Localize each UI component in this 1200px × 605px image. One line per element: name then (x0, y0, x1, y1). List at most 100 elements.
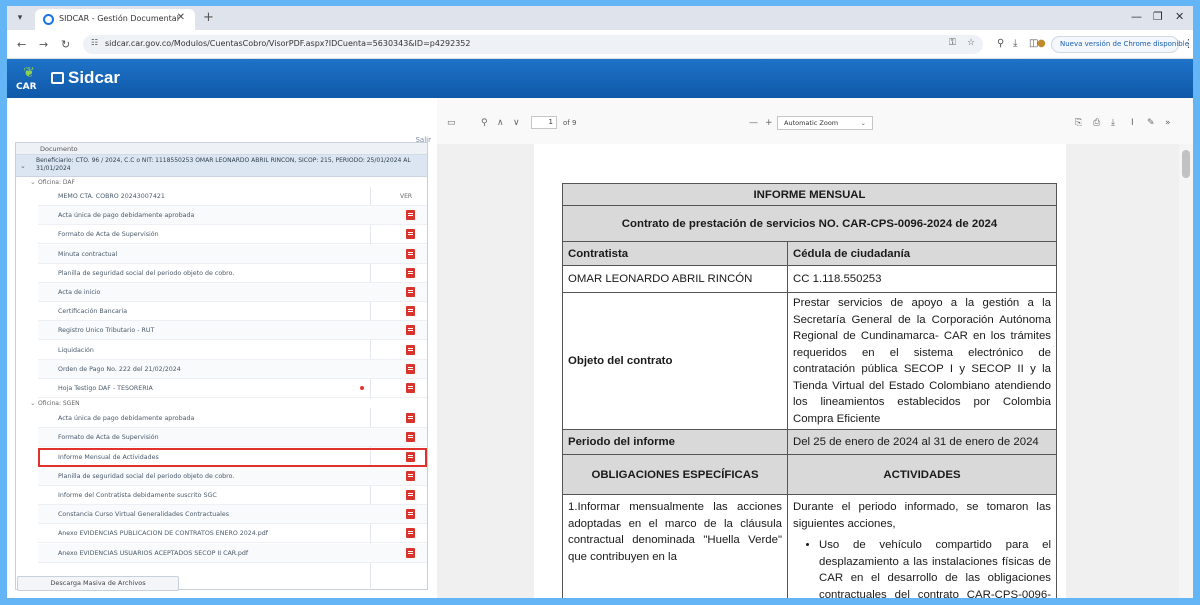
periodo-value: Del 25 de enero de 2024 al 31 de enero d… (787, 429, 1057, 455)
profile-icon[interactable]: ● (1037, 38, 1046, 49)
pdf-icon[interactable] (406, 267, 415, 278)
password-key-icon[interactable]: ⚿ (949, 38, 956, 48)
document-row[interactable]: Orden de Pago No. 222 del 21/02/2024 (38, 359, 427, 379)
tab-search-icon[interactable]: ▾ (11, 10, 29, 26)
minimize-icon[interactable]: — (1131, 10, 1142, 23)
document-row[interactable]: Minuta contractual (38, 244, 427, 264)
document-row[interactable]: Registro Unico Tributario - RUT (38, 321, 427, 341)
url-text: sidcar.car.gov.co/Modulos/CuentasCobro/V… (105, 39, 471, 48)
document-label: Acta de inicio (58, 289, 101, 296)
contratista-label: Contratista (562, 241, 788, 266)
document-label: Liquidación (58, 346, 94, 354)
back-icon[interactable]: ← (17, 38, 26, 51)
browser-tab[interactable]: SIDCAR - Gestión Documental ✕ (35, 9, 195, 30)
viewer-scrollbar[interactable] (1179, 144, 1193, 598)
forward-icon[interactable]: → (39, 38, 48, 51)
pdf-icon[interactable] (406, 509, 415, 520)
document-row[interactable]: Acta única de pago debidamente aprobada (38, 409, 427, 429)
next-page-icon[interactable]: ∨ (513, 118, 520, 128)
document-row[interactable]: Hoja Testigo DAF - TESORERIA (38, 379, 427, 398)
objeto-label: Objeto del contrato (562, 292, 788, 430)
document-label: Minuta contractual (58, 250, 118, 258)
document-row[interactable]: Informe del Contratista debidamente susc… (38, 486, 427, 505)
find-icon[interactable]: ⚲ (481, 118, 488, 128)
pdf-icon[interactable] (406, 306, 415, 317)
document-label: Certificación Bancaria (58, 308, 128, 316)
document-row[interactable]: Formato de Acta de Supervisión (38, 225, 427, 245)
beneficiary-row[interactable]: ⌄ Beneficiario: CTO. 96 / 2024, C.C o NI… (16, 155, 427, 177)
star-icon[interactable]: ☆ (967, 38, 975, 48)
app-header: ❦ CAR Sidcar (7, 59, 1193, 98)
prev-page-icon[interactable]: ∧ (497, 118, 504, 128)
document-label: Registro Unico Tributario - RUT (58, 327, 155, 335)
tab-close-icon[interactable]: ✕ (177, 12, 185, 23)
more-tools-icon[interactable]: » (1165, 118, 1171, 128)
collapse-icon[interactable]: ⌄ (30, 399, 36, 407)
pdf-icon[interactable] (406, 229, 415, 240)
pdf-icon[interactable] (406, 547, 415, 558)
document-row[interactable]: Constancia Curso Virtual Generalidades C… (38, 505, 427, 525)
new-tab-icon[interactable]: + (203, 10, 214, 25)
document-label: Planilla de seguridad social del periodo… (58, 269, 235, 277)
open-file-icon[interactable]: ⎘ (1075, 118, 1082, 128)
site-info-icon[interactable]: ☷ (91, 38, 98, 47)
document-label: Anexo EVIDENCIAS USUARIOS ACEPTADOS SECO… (58, 549, 249, 557)
scrollbar-thumb[interactable] (1182, 150, 1190, 178)
document-row[interactable]: Acta única de pago debidamente aprobada (38, 206, 427, 226)
group-sgen[interactable]: ⌄ Oficina: SGEN (16, 399, 427, 409)
obligacion-1: 1.Informar mensualmente las acciones ado… (562, 494, 788, 598)
pdf-icon[interactable] (406, 432, 415, 443)
zoom-out-button[interactable]: — (749, 118, 758, 128)
pdf-icon[interactable] (406, 248, 415, 259)
print-icon[interactable]: ⎙ (1093, 118, 1100, 128)
extensions-icon[interactable]: ⚲ (997, 38, 1004, 49)
zoom-select[interactable]: Automatic Zoom ⌄ (777, 116, 873, 130)
pdf-icon[interactable] (406, 363, 415, 374)
document-row[interactable]: Planilla de seguridad social del periodo… (38, 264, 427, 283)
sidebar-toggle-icon[interactable]: ▭ (447, 118, 456, 128)
periodo-label: Periodo del informe (562, 429, 788, 455)
text-tool-icon[interactable]: I (1131, 118, 1134, 128)
group-daf[interactable]: ⌄ Oficina: DAF (16, 178, 427, 187)
page-number-input[interactable]: 1 (531, 116, 557, 129)
browser-toolbar: ← → ↻ ☷ sidcar.car.gov.co/Modulos/Cuenta… (7, 30, 1193, 59)
address-bar[interactable]: ☷ sidcar.car.gov.co/Modulos/CuentasCobro… (83, 35, 983, 54)
report-table: INFORME MENSUAL Contrato de prestación d… (562, 183, 1057, 598)
pdf-icon[interactable] (406, 210, 415, 221)
pdf-icon[interactable] (406, 413, 415, 424)
browser-window: ▾ SIDCAR - Gestión Documental ✕ + — ❐ ✕ … (7, 6, 1193, 598)
document-label: Acta única de pago debidamente aprobada (58, 415, 195, 423)
zoom-in-button[interactable]: + (765, 118, 773, 128)
pdf-icon[interactable] (406, 490, 415, 500)
chrome-update-badge[interactable]: Nueva versión de Chrome disponible (1051, 36, 1189, 53)
collapse-icon[interactable]: ⌄ (20, 162, 26, 170)
bulk-download-button[interactable]: Descarga Masiva de Archivos (17, 576, 179, 591)
document-row[interactable]: Acta de inicio (38, 283, 427, 302)
download-icon[interactable]: ⤓ (1013, 38, 1017, 49)
document-row[interactable]: Formato de Acta de Supervisión (38, 428, 427, 448)
draw-tool-icon[interactable]: ✎ (1147, 118, 1155, 128)
document-row[interactable]: Planilla de seguridad social del periodo… (38, 466, 427, 486)
pdf-icon[interactable] (406, 383, 415, 393)
pdf-icon[interactable] (406, 325, 415, 336)
document-row[interactable]: Anexo EVIDENCIAS USUARIOS ACEPTADOS SECO… (38, 543, 427, 563)
pdf-icon[interactable] (406, 451, 415, 462)
pdf-icon[interactable] (406, 528, 415, 539)
pdf-icon[interactable] (406, 470, 415, 481)
save-icon[interactable]: ⤓ (1111, 118, 1115, 128)
menu-icon[interactable]: ⋮ (1183, 37, 1193, 50)
document-label: Orden de Pago No. 222 del 21/02/2024 (58, 365, 181, 373)
window-close-icon[interactable]: ✕ (1175, 10, 1184, 23)
document-row[interactable]: Anexo EVIDENCIAS PUBLICACION DE CONTRATO… (38, 524, 427, 544)
collapse-icon[interactable]: ⌄ (30, 178, 36, 186)
actividad-intro: Durante el periodo informado, se tomaron… (793, 501, 1051, 530)
document-row-selected[interactable]: Informe Mensual de Actividades (38, 447, 427, 467)
document-row[interactable]: MEMO CTA. COBRO 20243007421 VER (38, 187, 427, 206)
report-title: INFORME MENSUAL (562, 183, 1057, 206)
reload-icon[interactable]: ↻ (61, 38, 70, 51)
pdf-icon[interactable] (406, 344, 415, 355)
pdf-icon[interactable] (406, 287, 415, 297)
restore-icon[interactable]: ❐ (1153, 10, 1163, 23)
document-row[interactable]: Certificación Bancaria (38, 302, 427, 322)
document-row[interactable]: Liquidación (38, 341, 427, 360)
